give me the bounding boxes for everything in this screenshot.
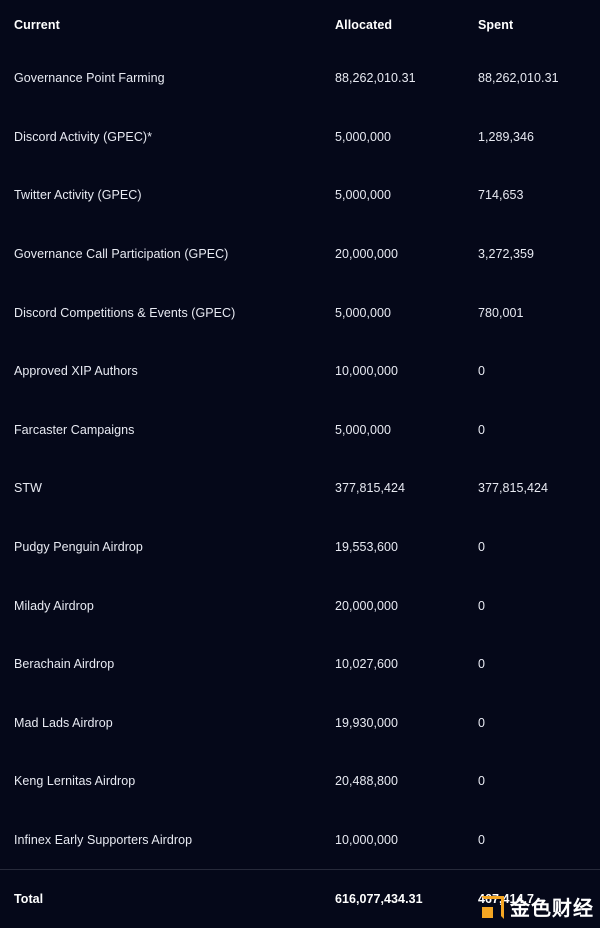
cell-allocated: 88,262,010.31 — [335, 71, 416, 86]
cell-allocated: 5,000,000 — [335, 422, 392, 437]
table-row: Discord Competitions & Events (GPEC) 5,00… — [0, 283, 600, 342]
table-row: Discord Activity (GPEC)* 5,000,000 1,289,3… — [0, 108, 600, 167]
cell-spent: 0 — [478, 422, 486, 437]
cell-spent: 1,289,346 — [478, 129, 535, 144]
cell-spent: 88,262,010.31 — [478, 71, 559, 86]
cell-allocated: 377,815,424 — [335, 481, 406, 496]
table-row: Berachain Airdrop 10,027,600 0 — [0, 635, 600, 694]
cell-allocated: 20,000,000 — [335, 247, 399, 262]
cell-current: Discord Competitions & Events (GPEC) — [14, 305, 236, 320]
table-body: Governance Point Farming 88,262,010.31 88,… — [0, 49, 600, 928]
cell-spent: 0 — [478, 657, 486, 672]
cell-spent: 0 — [478, 774, 486, 789]
cell-spent: 0 — [478, 364, 486, 379]
budget-table-container: Current Allocated Spent Governance Point… — [0, 0, 600, 928]
cell-current: Discord Activity (GPEC)* — [14, 129, 153, 144]
cell-allocated: 20,488,800 — [335, 774, 399, 789]
cell-spent: 0 — [478, 833, 486, 848]
cell-spent: 714,653 — [478, 188, 524, 203]
budget-table: Current Allocated Spent Governance Point… — [0, 0, 600, 928]
table-row: Farcaster Campaigns 5,000,000 0 — [0, 401, 600, 460]
total-allocated: 616,077,434.31 — [335, 869, 478, 928]
cell-current: Twitter Activity (GPEC) — [14, 188, 142, 203]
cell-allocated: 20,000,000 — [335, 598, 399, 613]
table-row: Infinex Early Supporters Airdrop 10,000,0… — [0, 811, 600, 870]
cell-current: Governance Point Farming — [14, 71, 165, 86]
table-row: Pudgy Penguin Airdrop 19,553,600 0 — [0, 518, 600, 577]
cell-spent: 3,272,359 — [478, 247, 535, 262]
cell-current: Pudgy Penguin Airdrop — [14, 540, 143, 555]
cell-allocated: 5,000,000 — [335, 188, 392, 203]
cell-spent: 0 — [478, 540, 486, 555]
cell-allocated: 19,930,000 — [335, 715, 399, 730]
cell-current: STW — [14, 481, 42, 496]
cell-spent: 780,001 — [478, 305, 524, 320]
cell-current: Keng Lernitas Airdrop — [14, 774, 136, 789]
cell-current: Berachain Airdrop — [14, 657, 115, 672]
column-header-spent: Spent — [478, 17, 514, 32]
column-header-allocated: Allocated — [335, 17, 393, 32]
cell-current: Milady Airdrop — [14, 598, 94, 613]
total-spent: 467,414,7 — [478, 869, 600, 928]
table-row: Mad Lads Airdrop 19,930,000 0 — [0, 694, 600, 753]
column-header-current: Current — [14, 17, 60, 32]
table-row: Keng Lernitas Airdrop 20,488,800 0 — [0, 752, 600, 811]
table-row: Twitter Activity (GPEC) 5,000,000 714,653 — [0, 166, 600, 225]
table-row: Governance Call Participation (GPEC) 20,0… — [0, 225, 600, 284]
cell-current: Governance Call Participation (GPEC) — [14, 247, 229, 262]
cell-allocated: 19,553,600 — [335, 540, 399, 555]
table-row: Approved XIP Authors 10,000,000 0 — [0, 342, 600, 401]
cell-allocated: 5,000,000 — [335, 305, 392, 320]
table-total-row: Total 616,077,434.31 467,414,7 — [0, 869, 600, 928]
cell-spent: 0 — [478, 598, 486, 613]
table-header-row: Current Allocated Spent — [0, 0, 600, 49]
cell-spent: 377,815,424 — [478, 481, 549, 496]
table-row: STW 377,815,424 377,815,424 — [0, 459, 600, 518]
table-row: Governance Point Farming 88,262,010.31 88,… — [0, 49, 600, 108]
cell-allocated: 5,000,000 — [335, 129, 392, 144]
cell-allocated: 10,000,000 — [335, 364, 399, 379]
total-label: Total — [0, 869, 335, 928]
cell-current: Approved XIP Authors — [14, 364, 138, 379]
table-row: Milady Airdrop 20,000,000 0 — [0, 576, 600, 635]
cell-current: Mad Lads Airdrop — [14, 715, 113, 730]
cell-current: Infinex Early Supporters Airdrop — [14, 833, 193, 848]
table-header: Current Allocated Spent — [0, 0, 600, 49]
cell-spent: 0 — [478, 715, 486, 730]
cell-allocated: 10,027,600 — [335, 657, 399, 672]
cell-allocated: 10,000,000 — [335, 833, 399, 848]
cell-current: Farcaster Campaigns — [14, 422, 135, 437]
